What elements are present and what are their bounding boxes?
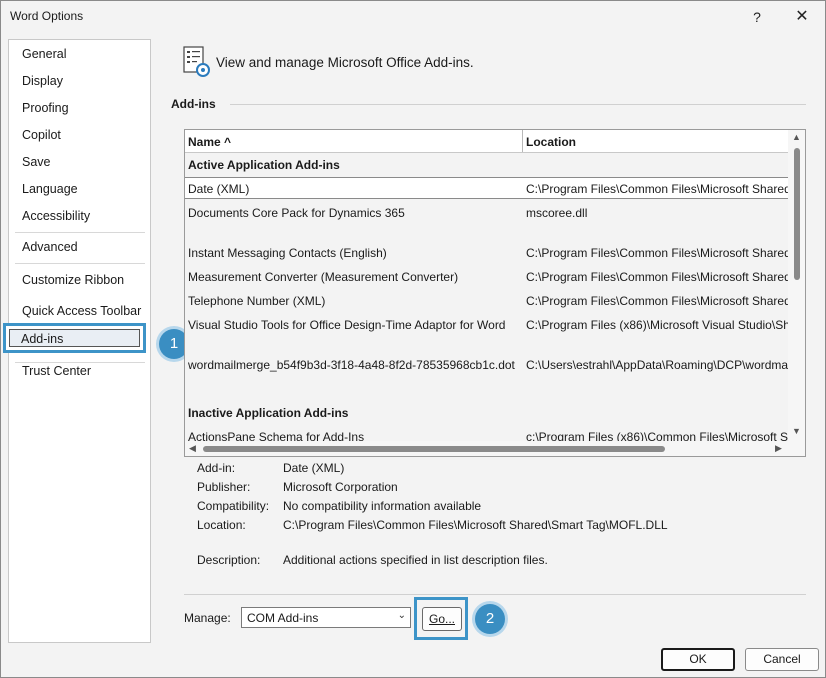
vertical-scrollbar[interactable]: ▲ ▼ (788, 130, 805, 441)
column-header-name[interactable]: Name ^ (188, 135, 231, 149)
nav-divider (15, 232, 145, 233)
detail-label: Add-in: (197, 461, 236, 475)
addin-location: C:\Program Files\Common Files\Microsoft … (526, 270, 789, 284)
detail-value: Microsoft Corporation (283, 480, 398, 494)
nav-divider (15, 263, 145, 264)
section-divider (230, 104, 806, 105)
nav-item-customize-ribbon[interactable]: Customize Ribbon (22, 273, 124, 287)
scroll-left-icon[interactable]: ◀ (189, 443, 196, 454)
addin-location: mscoree.dll (526, 206, 588, 220)
help-icon[interactable]: ? (742, 5, 772, 29)
detail-value: No compatibility information available (283, 499, 482, 513)
detail-value: Date (XML) (283, 461, 345, 475)
table-row[interactable]: Documents Core Pack for Dynamics 365 msc… (185, 202, 789, 224)
detail-label: Description: (197, 553, 261, 567)
list-group-inactive: Inactive Application Add-ins (185, 402, 789, 424)
group-label: Active Application Add-ins (188, 158, 340, 172)
table-row[interactable]: Date (XML) C:\Program Files\Common Files… (185, 177, 789, 199)
nav-item-addins-label: Add-ins (21, 332, 64, 346)
vertical-scroll-thumb[interactable] (794, 148, 800, 280)
table-row[interactable]: wordmailmerge_b54f9b3d-3f18-4a48-8f2d-78… (185, 354, 789, 376)
addin-location: C:\Users\estrahl\AppData\Roaming\DCP\wor… (526, 358, 789, 372)
column-divider[interactable] (522, 130, 523, 152)
detail-label: Location: (197, 518, 246, 532)
addin-name: Date (XML) (188, 182, 250, 196)
list-header: Name ^ Location (185, 130, 789, 153)
addin-name: Documents Core Pack for Dynamics 365 (188, 206, 405, 220)
ok-button[interactable]: OK (661, 648, 735, 671)
group-label: Inactive Application Add-ins (188, 406, 349, 420)
scroll-up-icon[interactable]: ▲ (792, 132, 801, 142)
table-row[interactable]: Telephone Number (XML) C:\Program Files\… (185, 290, 789, 312)
go-button[interactable]: Go... (422, 607, 462, 631)
addin-location: C:\Program Files\Common Files\Microsoft … (526, 294, 789, 308)
addins-gear-icon (183, 46, 210, 77)
addin-name: Visual Studio Tools for Office Design-Ti… (188, 318, 506, 332)
addin-location: C:\Program Files\Common Files\Microsoft … (526, 246, 789, 260)
detail-value: Additional actions specified in list des… (283, 553, 548, 567)
addin-location: C:\Program Files\Common Files\Microsoft … (526, 182, 789, 196)
nav-item-accessibility[interactable]: Accessibility (22, 209, 90, 223)
chevron-down-icon: ⌄ (397, 610, 406, 621)
addin-name: Measurement Converter (Measurement Conve… (188, 270, 459, 284)
table-row[interactable]: Visual Studio Tools for Office Design-Ti… (185, 314, 789, 336)
cancel-button[interactable]: Cancel (745, 648, 819, 671)
addin-name: Telephone Number (XML) (188, 294, 326, 308)
nav-item-language[interactable]: Language (22, 182, 78, 196)
manage-divider (184, 594, 806, 595)
scroll-down-icon[interactable]: ▼ (792, 426, 801, 436)
horizontal-scrollbar[interactable]: ◀ ▶ (185, 441, 805, 456)
detail-value: C:\Program Files\Common Files\Microsoft … (283, 518, 668, 532)
nav-item-quick-access-toolbar[interactable]: Quick Access Toolbar (22, 304, 141, 318)
addins-list[interactable]: Name ^ Location Active Application Add-i… (184, 129, 806, 457)
close-icon[interactable]: ✕ (787, 5, 817, 29)
nav-item-display[interactable]: Display (22, 74, 63, 88)
window-title: Word Options (10, 9, 84, 23)
callout-badge-2: 2 (475, 604, 505, 634)
nav-item-general[interactable]: General (22, 47, 66, 61)
word-options-dialog: Word Options ? ✕ General Display Proofin… (0, 0, 826, 678)
nav-item-proofing[interactable]: Proofing (22, 101, 69, 115)
nav-item-advanced[interactable]: Advanced (22, 240, 78, 254)
section-title: Add-ins (171, 97, 216, 111)
detail-label: Compatibility: (197, 499, 270, 513)
list-group-active: Active Application Add-ins (185, 154, 789, 176)
addin-location: C:\Program Files (x86)\Microsoft Visual … (526, 318, 789, 332)
addin-name: Instant Messaging Contacts (English) (188, 246, 387, 260)
page-title: View and manage Microsoft Office Add-ins… (216, 55, 474, 70)
scroll-right-icon[interactable]: ▶ (775, 443, 782, 454)
table-row[interactable]: Measurement Converter (Measurement Conve… (185, 266, 789, 288)
horizontal-scroll-thumb[interactable] (203, 446, 665, 452)
nav-item-trust-center[interactable]: Trust Center (22, 364, 91, 378)
nav-item-save[interactable]: Save (22, 155, 51, 169)
list-body: Active Application Add-ins Date (XML) C:… (185, 153, 789, 443)
column-header-location[interactable]: Location (526, 135, 576, 149)
manage-label: Manage: (184, 611, 231, 625)
nav-item-addins[interactable]: Add-ins (9, 329, 140, 347)
nav-item-copilot[interactable]: Copilot (22, 128, 61, 142)
manage-select-value: COM Add-ins (247, 611, 319, 625)
nav-item-addins-highlight[interactable]: Add-ins (3, 323, 146, 353)
nav-divider (15, 362, 145, 363)
detail-label: Publisher: (197, 480, 251, 494)
table-row[interactable]: Instant Messaging Contacts (English) C:\… (185, 242, 789, 264)
addin-name: wordmailmerge_b54f9b3d-3f18-4a48-8f2d-78… (188, 358, 515, 372)
manage-select[interactable]: COM Add-ins ⌄ (241, 607, 411, 628)
title-bar: Word Options ? ✕ (1, 1, 825, 33)
